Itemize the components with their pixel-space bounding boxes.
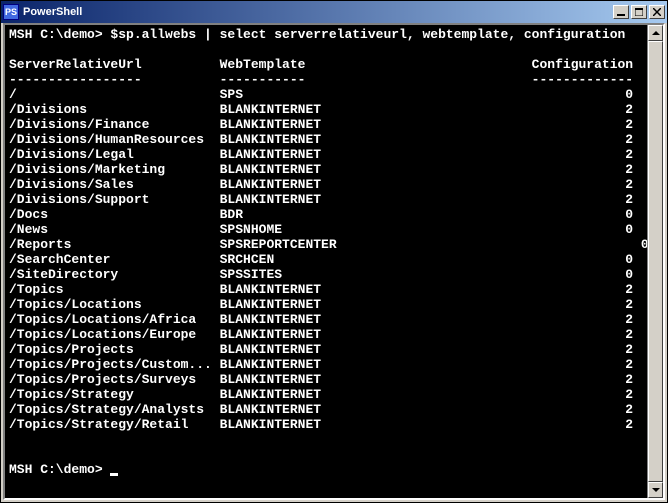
arrow-up-icon — [652, 29, 660, 37]
app-icon: PS — [3, 4, 19, 20]
close-button[interactable] — [649, 5, 665, 19]
scroll-up-button[interactable] — [648, 25, 663, 41]
arrow-down-icon — [652, 486, 660, 494]
window-title: PowerShell — [23, 6, 613, 18]
maximize-button[interactable] — [631, 5, 647, 19]
maximize-icon — [635, 8, 643, 16]
client-area: MSH C:\demo> $sp.allwebs | select server… — [3, 23, 665, 500]
prompt-line[interactable]: MSH C:\demo> — [9, 462, 118, 477]
terminal-output[interactable]: MSH C:\demo> $sp.allwebs | select server… — [5, 25, 647, 498]
minimize-button[interactable] — [613, 5, 629, 19]
vertical-scrollbar[interactable] — [647, 25, 663, 498]
scroll-track[interactable] — [648, 41, 663, 482]
scroll-down-button[interactable] — [648, 482, 663, 498]
titlebar[interactable]: PS PowerShell — [1, 1, 667, 23]
window-frame: PS PowerShell MSH C:\demo> $sp.allwebs |… — [0, 0, 668, 503]
window-buttons — [613, 5, 665, 19]
minimize-icon — [617, 8, 625, 16]
cursor — [110, 473, 118, 476]
scroll-thumb[interactable] — [648, 41, 663, 482]
close-icon — [653, 8, 661, 16]
